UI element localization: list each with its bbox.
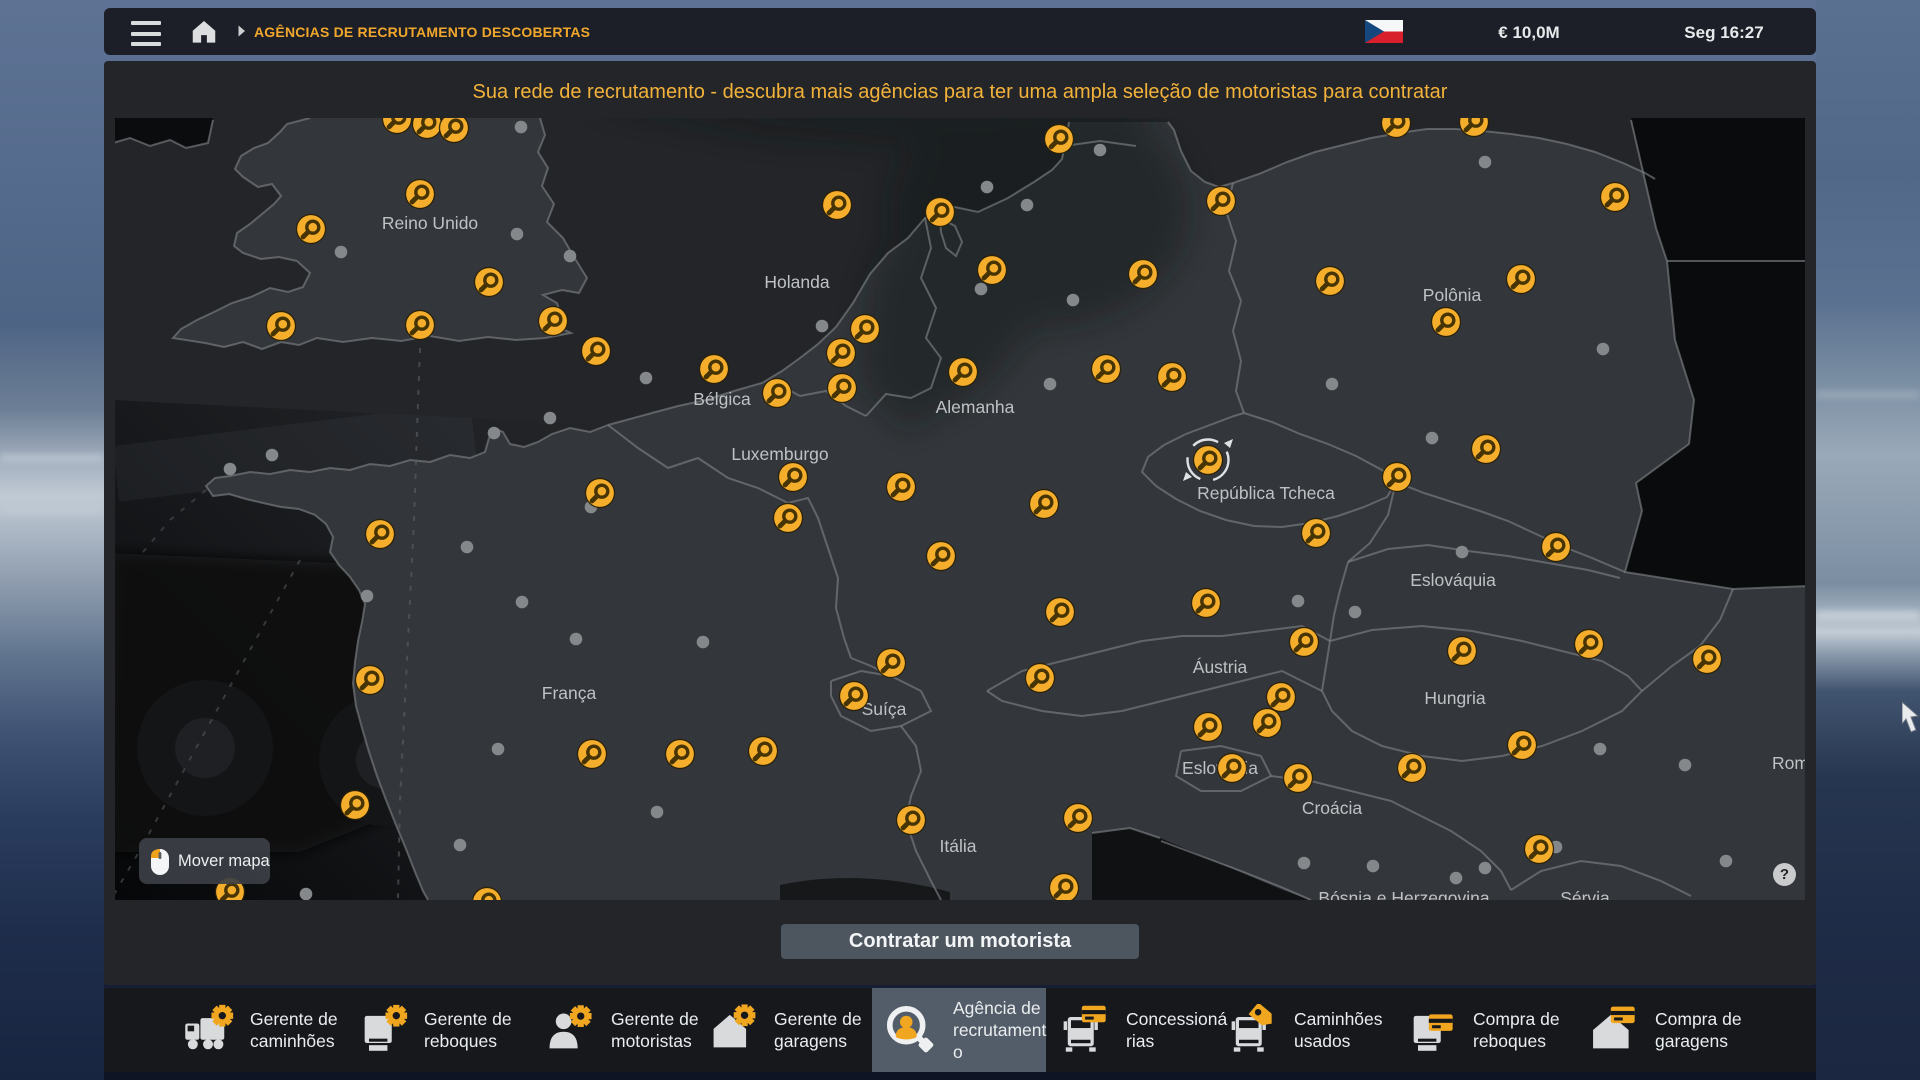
svg-text:Bósnia e Herzegovina: Bósnia e Herzegovina: [1318, 888, 1489, 900]
svg-text:Áustria: Áustria: [1193, 657, 1248, 677]
svg-text:República Tcheca: República Tcheca: [1197, 483, 1335, 503]
svg-text:Alemanha: Alemanha: [936, 397, 1015, 417]
svg-text:Sérvia: Sérvia: [1560, 888, 1610, 900]
svg-text:Rom: Rom: [1772, 753, 1805, 773]
svg-text:Holanda: Holanda: [764, 272, 829, 292]
svg-text:Luxemburgo: Luxemburgo: [731, 444, 828, 464]
svg-text:Suíça: Suíça: [862, 699, 907, 719]
svg-text:Bélgica: Bélgica: [693, 389, 751, 409]
svg-text:Hungria: Hungria: [1424, 688, 1486, 708]
svg-text:Polônia: Polônia: [1423, 285, 1482, 305]
svg-text:Croácia: Croácia: [1302, 798, 1363, 818]
svg-text:Itália: Itália: [940, 836, 977, 856]
svg-text:Eslováquia: Eslováquia: [1410, 570, 1496, 590]
svg-text:França: França: [542, 683, 597, 703]
svg-text:Reino Unido: Reino Unido: [382, 213, 478, 233]
